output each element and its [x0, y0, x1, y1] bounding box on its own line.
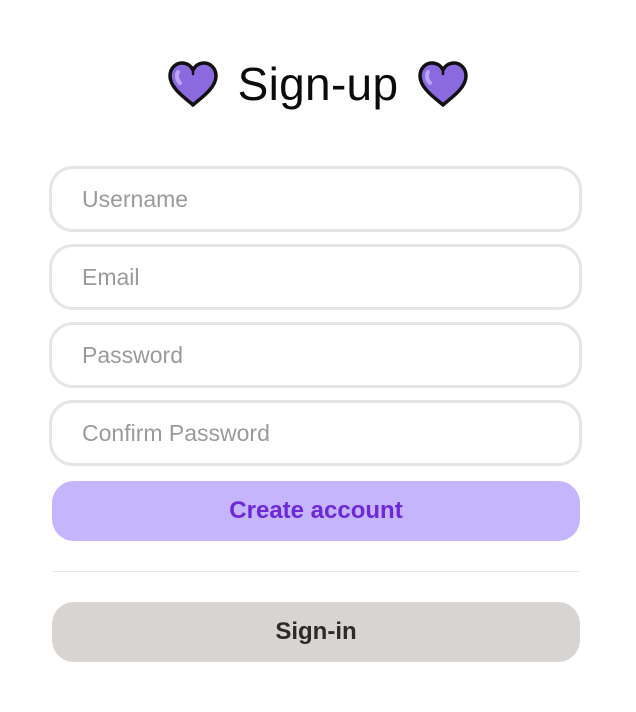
divider: [52, 571, 580, 572]
sign-in-button[interactable]: Sign-in: [52, 602, 580, 662]
signup-card: Sign-up Create account Sign-in: [0, 0, 636, 712]
confirm-password-input[interactable]: [49, 400, 582, 466]
email-input[interactable]: [49, 244, 582, 310]
title-row: Sign-up: [0, 52, 636, 116]
username-input[interactable]: [49, 166, 582, 232]
password-input[interactable]: [49, 322, 582, 388]
page-title: Sign-up: [237, 58, 399, 110]
create-account-button[interactable]: Create account: [52, 481, 580, 541]
purple-heart-icon: [166, 59, 220, 109]
purple-heart-icon: [416, 59, 470, 109]
